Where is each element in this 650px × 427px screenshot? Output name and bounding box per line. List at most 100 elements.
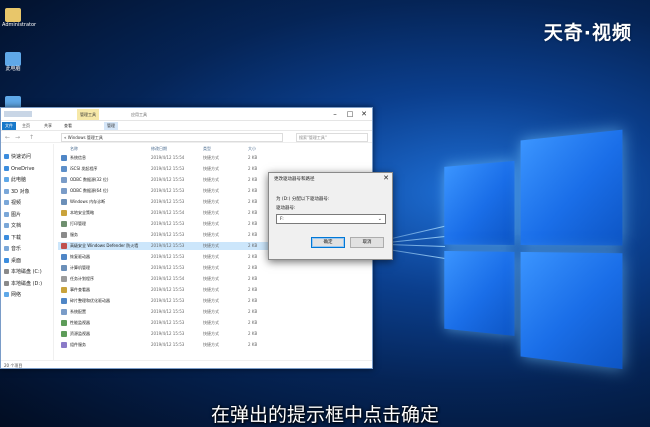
dialog-close-icon[interactable]: ✕ (383, 174, 389, 182)
nav-item[interactable]: 快速访问 (4, 154, 31, 161)
file-size: 2 KB (248, 188, 258, 193)
tab-home[interactable]: 主页 (19, 122, 33, 130)
file-name: Windows 内存诊断 (70, 199, 106, 204)
nav-item[interactable]: 视频 (4, 200, 21, 207)
tab-file[interactable]: 文件 (2, 122, 16, 130)
file-row[interactable]: 事件查看器 2019/4/12 15:53 快捷方式 2 KB (58, 286, 370, 294)
file-type: 快捷方式 (203, 309, 219, 314)
nav-item-label: 此电脑 (11, 177, 27, 183)
cancel-button[interactable]: 取消 (350, 237, 384, 248)
file-name: 系统配置 (70, 309, 86, 314)
column-header-name[interactable]: 名称 (70, 145, 78, 152)
tab-manage[interactable]: 管理 (104, 122, 118, 130)
tab-share[interactable]: 共享 (41, 122, 55, 130)
nav-item[interactable]: 下载 (4, 234, 22, 242)
nav-item-label: 下载 (11, 234, 22, 241)
file-row[interactable]: 计算机管理 2019/4/12 15:53 快捷方式 2 KB (58, 264, 370, 272)
back-icon[interactable]: ← (5, 133, 10, 142)
file-size: 2 KB (248, 254, 258, 259)
file-row[interactable]: 系统配置 2019/4/12 15:53 快捷方式 2 KB (58, 308, 370, 316)
column-header-date[interactable]: 修改日期 (151, 145, 167, 152)
drive-letter-select[interactable]: F: ⌄ (276, 214, 386, 224)
shortcut-icon (61, 254, 67, 260)
video-subtitle: 在弹出的提示框中点击确定 (210, 404, 439, 426)
tab-view[interactable]: 查看 (61, 122, 75, 130)
nav-item[interactable]: 文档 (4, 223, 21, 230)
file-row[interactable]: 碎片整理和优化驱动器 2019/4/12 15:53 快捷方式 2 KB (58, 297, 370, 305)
file-size: 2 KB (248, 166, 258, 171)
nav-item[interactable]: 此电脑 (4, 177, 26, 184)
nav-item-icon (4, 257, 9, 263)
file-name: 高级安全 Windows Defender 防火墙 (70, 243, 139, 248)
file-row[interactable]: 性能监视器 2019/4/12 15:53 快捷方式 2 KB (58, 319, 370, 327)
context-tab[interactable]: 管理工具 (77, 109, 99, 120)
nav-item-icon (4, 188, 9, 194)
dialog-prompt: 为 (D:) 分配以下驱动器号: (276, 197, 330, 202)
search-input[interactable]: 搜索"管理工具" (296, 133, 368, 142)
title-bar: 管理工具 应用工具 – □ ✕ (1, 108, 372, 121)
file-type: 快捷方式 (203, 276, 219, 281)
file-date: 2019/4/12 15:53 (151, 177, 185, 182)
nav-item-icon (4, 269, 9, 274)
nav-item[interactable]: 图片 (4, 211, 21, 219)
up-icon[interactable]: ↑ (29, 133, 34, 142)
close-button[interactable]: ✕ (357, 108, 371, 120)
file-date: 2019/4/12 15:53 (151, 320, 185, 325)
minimize-button[interactable]: – (328, 108, 342, 120)
file-date: 2019/4/12 15:53 (151, 166, 185, 171)
ok-button[interactable]: 确定 (311, 237, 345, 248)
nav-item[interactable]: 3D 对象 (4, 188, 30, 196)
nav-item[interactable]: 本地磁盘 (D:) (4, 280, 43, 288)
column-header-type[interactable]: 类型 (203, 145, 211, 152)
file-size: 2 KB (248, 320, 258, 325)
shortcut-icon (61, 309, 67, 315)
address-path[interactable]: « Windows 管理工具 (61, 133, 283, 142)
nav-item-label: 文档 (11, 223, 22, 229)
shortcut-icon (61, 199, 67, 205)
dialog-title: 更改驱动器号和路径 (274, 177, 315, 182)
file-date: 2019/4/12 15:53 (151, 331, 185, 336)
shortcut-icon (61, 221, 67, 227)
file-type: 快捷方式 (203, 254, 219, 259)
nav-item-icon (4, 154, 9, 159)
desktop-icon-user[interactable]: Administrator (2, 8, 36, 28)
quick-access-toolbar[interactable] (4, 111, 32, 117)
file-size: 2 KB (248, 177, 258, 182)
shortcut-icon (61, 166, 67, 172)
shortcut-icon (61, 276, 67, 282)
file-type: 快捷方式 (203, 210, 219, 215)
file-date: 2019/4/12 15:53 (151, 287, 185, 292)
nav-item[interactable]: 本地磁盘 (C:) (4, 269, 42, 276)
file-row[interactable]: 资源监视器 2019/4/12 15:53 快捷方式 2 KB (58, 330, 370, 338)
file-row[interactable]: 组件服务 2019/4/12 15:53 快捷方式 2 KB (58, 341, 370, 349)
shortcut-icon (61, 287, 67, 293)
file-row[interactable]: 系统信息 2019/4/12 15:54 快捷方式 2 KB (58, 154, 370, 162)
nav-item[interactable]: OneDrive (4, 165, 35, 173)
file-size: 2 KB (248, 309, 258, 314)
column-header-size[interactable]: 大小 (248, 145, 256, 152)
logo-pane (444, 160, 515, 245)
file-type: 快捷方式 (203, 298, 219, 303)
folder-icon (5, 8, 21, 22)
shortcut-icon (61, 210, 67, 216)
file-date: 2019/4/12 15:54 (151, 210, 185, 215)
drive-letter-label: 驱动器号: (276, 206, 296, 211)
nav-item-icon (4, 234, 9, 240)
nav-item[interactable]: 桌面 (4, 257, 21, 265)
nav-item-icon (4, 280, 9, 286)
file-type: 快捷方式 (203, 243, 219, 248)
file-name: 碎片整理和优化驱动器 (70, 298, 110, 303)
forward-icon[interactable]: → (15, 133, 20, 142)
nav-item[interactable]: 网络 (4, 292, 21, 299)
file-type: 快捷方式 (203, 166, 219, 171)
desktop-icon-computer[interactable]: 此电脑 (2, 52, 24, 72)
file-type: 快捷方式 (203, 221, 219, 226)
file-date: 2019/4/12 15:53 (151, 199, 185, 204)
nav-item-label: 本地磁盘 (D:) (11, 280, 43, 287)
file-row[interactable]: 任务计划程序 2019/4/12 15:54 快捷方式 2 KB (58, 275, 370, 283)
maximize-button[interactable]: □ (343, 108, 357, 120)
desktop: Administrator 此电脑 天奇·视频 管理工具 应用工具 – □ ✕ … (0, 0, 650, 427)
file-size: 2 KB (248, 265, 258, 270)
nav-item-label: 视频 (11, 200, 22, 206)
nav-item[interactable]: 音乐 (4, 246, 21, 253)
